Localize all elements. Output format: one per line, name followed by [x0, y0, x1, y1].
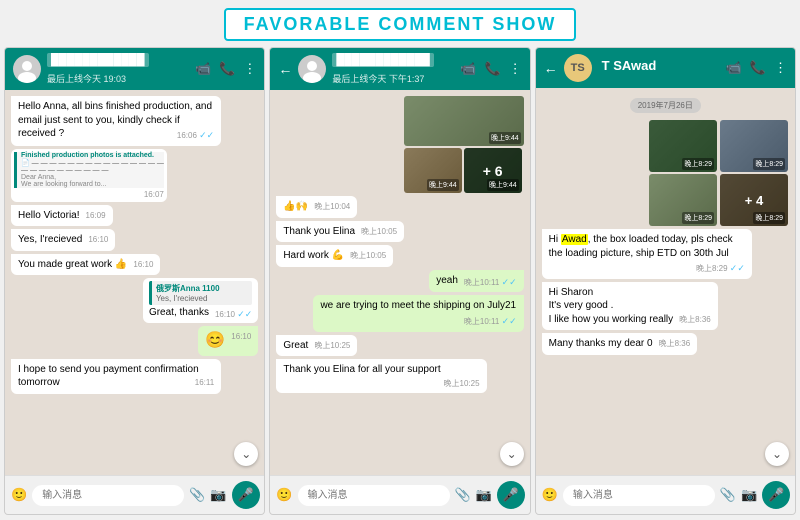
- truck-img-1: 晚上9:44: [404, 96, 524, 146]
- contact-status-2: 最后上线今天 下午1:37: [332, 72, 454, 85]
- chat-header-icons-1: 📹 📞 ⋮: [195, 61, 256, 77]
- chat-column-3: ← TS T SAwad 📹 📞 ⋮ 2019年7月26日 晚上8:29 晚上8…: [535, 47, 796, 515]
- back-icon-2[interactable]: ←: [278, 61, 292, 77]
- paperclip-icon-3[interactable]: 📎: [720, 487, 736, 503]
- contact-name-1: ████████████: [47, 53, 149, 67]
- scroll-down-btn-2[interactable]: ⌄: [500, 442, 524, 466]
- chat-column-2: ← ████████████ 最后上线今天 下午1:37 📹 📞 ⋮ 晚上9:4…: [269, 47, 530, 515]
- chat-body-2: 晚上9:44 晚上9:44 + 6 晚上9:44 👍🙌 晚上10:04: [270, 90, 529, 475]
- msg-2-5: we are trying to meet the shipping on Ju…: [313, 295, 523, 331]
- message-input-3[interactable]: [563, 485, 715, 506]
- msg-1-1: Hello Anna, all bins finished production…: [11, 96, 221, 146]
- truck-img-row: 晚上9:44 + 6 晚上9:44: [404, 148, 524, 193]
- phone-icon-2[interactable]: 📞: [484, 61, 500, 77]
- camera-icon-1[interactable]: 📷: [210, 487, 226, 503]
- chat-info-2: ████████████ 最后上线今天 下午1:37: [332, 53, 454, 85]
- mic-btn-3[interactable]: 🎤: [762, 481, 790, 509]
- date-badge-3: 2019年7月26日: [630, 98, 701, 113]
- avatar-2: [298, 55, 326, 83]
- chat-header-2: ← ████████████ 最后上线今天 下午1:37 📹 📞 ⋮: [270, 48, 529, 90]
- camera-icon-2[interactable]: 📷: [476, 487, 492, 503]
- avatar-3: TS: [564, 54, 592, 82]
- scroll-down-btn-3[interactable]: ⌄: [765, 442, 789, 466]
- chat-header-3: ← TS T SAwad 📹 📞 ⋮: [536, 48, 795, 88]
- truck-img-3: + 6 晚上9:44: [464, 148, 522, 193]
- msg-1-5: I hope to send you payment confirmation …: [11, 359, 221, 394]
- mic-btn-1[interactable]: 🎤: [232, 481, 260, 509]
- chat-footer-3: 🙂 📎 📷 🎤: [536, 475, 795, 514]
- video-icon-3[interactable]: 📹: [726, 60, 742, 76]
- msg-2-3: Hard work 💪 晚上10:05: [276, 245, 393, 267]
- msg-1-3: Yes, I'recieved 16:10: [11, 229, 115, 251]
- message-input-2[interactable]: [298, 485, 450, 506]
- msg-2-1: 👍🙌 晚上10:04: [276, 196, 357, 218]
- more-icon-2[interactable]: ⋮: [509, 61, 522, 77]
- back-icon-3[interactable]: ←: [544, 60, 558, 76]
- phone-icon-3[interactable]: 📞: [750, 60, 766, 76]
- contact-status-1: 最后上线今天 19:03: [47, 72, 189, 85]
- page-header: FAVORABLE COMMENT SHOW: [0, 0, 800, 47]
- msg-3-1: Hi Awad, the box loaded today, pls check…: [542, 229, 752, 279]
- paperclip-icon-2[interactable]: 📎: [455, 487, 471, 503]
- phone-icon-1[interactable]: 📞: [219, 61, 235, 77]
- video-icon-2[interactable]: 📹: [460, 61, 476, 77]
- mic-btn-2[interactable]: 🎤: [497, 481, 525, 509]
- msg-1-2: Hello Victoria! 16:09: [11, 205, 113, 227]
- camera-icon-3[interactable]: 📷: [741, 487, 757, 503]
- chat-info-1: ████████████ 最后上线今天 19:03: [47, 53, 189, 85]
- emoji-icon-3[interactable]: 🙂: [542, 487, 558, 503]
- more-icon-1[interactable]: ⋮: [243, 61, 256, 77]
- chat-info-3: T SAwad: [598, 57, 720, 79]
- contact-name-3: T SAwad: [598, 57, 661, 74]
- img-group-2: 晚上9:44 晚上9:44 + 6 晚上9:44: [404, 96, 524, 193]
- msg-2-4: yeah 晚上10:11 ✓✓: [429, 270, 523, 293]
- more-icon-3[interactable]: ⋮: [774, 60, 787, 76]
- img-grid-3: 晚上8:29 晚上8:29 晚上8:29 + 4 晚上8:29: [649, 120, 789, 226]
- page-title: FAVORABLE COMMENT SHOW: [224, 8, 577, 41]
- emoji-icon-1[interactable]: 🙂: [11, 487, 27, 503]
- chat-body-1: Hello Anna, all bins finished production…: [5, 90, 264, 475]
- paperclip-icon-1[interactable]: 📎: [189, 487, 205, 503]
- chat-footer-2: 🙂 📎 📷 🎤: [270, 475, 529, 514]
- chat-header-1: ████████████ 最后上线今天 19:03 📹 📞 ⋮: [5, 48, 264, 90]
- chat-header-icons-2: 📹 📞 ⋮: [460, 61, 521, 77]
- msg-attach-1: Finished production photos is attached. …: [11, 149, 167, 202]
- chat-column-1: ████████████ 最后上线今天 19:03 📹 📞 ⋮ Hello An…: [4, 47, 265, 515]
- chat-body-3: 2019年7月26日 晚上8:29 晚上8:29 晚上8:29 + 4 晚上8:…: [536, 88, 795, 475]
- msg-1-reply: 俄罗斯Anna 1100 Yes, I'recieved Great, than…: [143, 278, 258, 323]
- msg-3-3: Many thanks my dear 0 晚上8:36: [542, 333, 698, 355]
- emoji-icon-2[interactable]: 🙂: [276, 487, 292, 503]
- msg-3-2: Hi SharonIt's very good .I like how you …: [542, 282, 718, 331]
- msg-2-7: Thank you Elina for all your support 晚上1…: [276, 359, 486, 393]
- msg-2-2: Thank you Elina 晚上10:05: [276, 221, 404, 243]
- msg-2-6: Great 晚上10:25: [276, 335, 357, 357]
- container-img-3: 晚上8:29: [649, 174, 717, 226]
- video-icon-1[interactable]: 📹: [195, 61, 211, 77]
- truck-img-2: 晚上9:44: [404, 148, 462, 193]
- message-input-1[interactable]: [32, 485, 184, 506]
- container-img-4: + 4 晚上8:29: [720, 174, 788, 226]
- chat-columns: ████████████ 最后上线今天 19:03 📹 📞 ⋮ Hello An…: [0, 47, 800, 515]
- highlight-name: Awad: [561, 234, 588, 245]
- container-img-2: 晚上8:29: [720, 120, 788, 172]
- container-img-1: 晚上8:29: [649, 120, 717, 172]
- avatar-1: [13, 55, 41, 83]
- msg-1-4: You made great work 👍 16:10: [11, 254, 160, 276]
- msg-1-emoji: 😊 16:10: [198, 326, 258, 356]
- contact-name-2: ████████████: [332, 53, 434, 67]
- chat-header-icons-3: 📹 📞 ⋮: [726, 60, 787, 76]
- chat-footer-1: 🙂 📎 📷 🎤: [5, 475, 264, 514]
